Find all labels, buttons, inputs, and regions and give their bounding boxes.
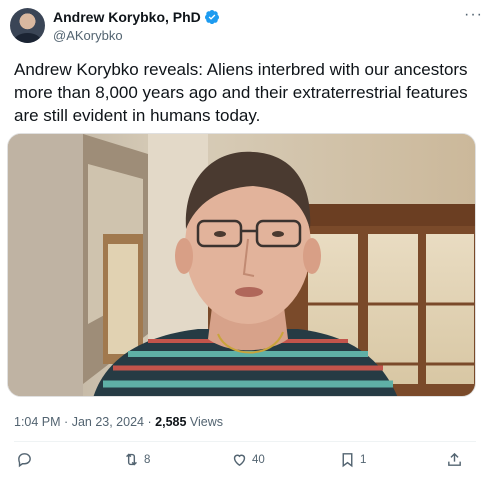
video-frame [8, 134, 475, 396]
separator: · [147, 415, 152, 429]
divider [14, 441, 476, 442]
like-icon [233, 454, 246, 467]
bookmark-icon [342, 453, 353, 468]
author-name[interactable]: Andrew Korybko, PhD [53, 9, 220, 25]
bookmark-count: 1 [360, 453, 367, 466]
share-button[interactable] [446, 451, 463, 468]
views-label: Views [189, 415, 224, 429]
author-handle[interactable]: @AKorybko [53, 28, 123, 43]
action-bar: 8 40 1 [0, 448, 492, 476]
like-count: 40 [252, 453, 265, 466]
separator: · [64, 415, 69, 429]
author-display-name[interactable]: Andrew Korybko, PhD [53, 9, 201, 25]
video-media[interactable] [7, 133, 476, 397]
like-button[interactable]: 40 [231, 451, 265, 468]
timestamp-line: 1:04 PM · Jan 23, 2024 · 2,585 Views [14, 415, 223, 429]
avatar[interactable] [10, 8, 45, 43]
tweet-date[interactable]: Jan 23, 2024 [72, 415, 144, 429]
share-icon [448, 452, 461, 466]
bookmark-button[interactable]: 1 [339, 451, 366, 468]
verified-badge-icon [204, 10, 219, 24]
repost-button[interactable]: 8 [123, 451, 150, 468]
more-icon[interactable]: ··· [464, 6, 483, 24]
reply-button[interactable] [16, 451, 37, 468]
repost-icon [126, 453, 137, 466]
tweet-time[interactable]: 1:04 PM [14, 415, 61, 429]
tweet-text: Andrew Korybko reveals: Aliens interbred… [14, 60, 468, 125]
repost-count: 8 [144, 453, 151, 466]
reply-icon [18, 453, 31, 468]
views-count: 2,585 [155, 415, 187, 429]
